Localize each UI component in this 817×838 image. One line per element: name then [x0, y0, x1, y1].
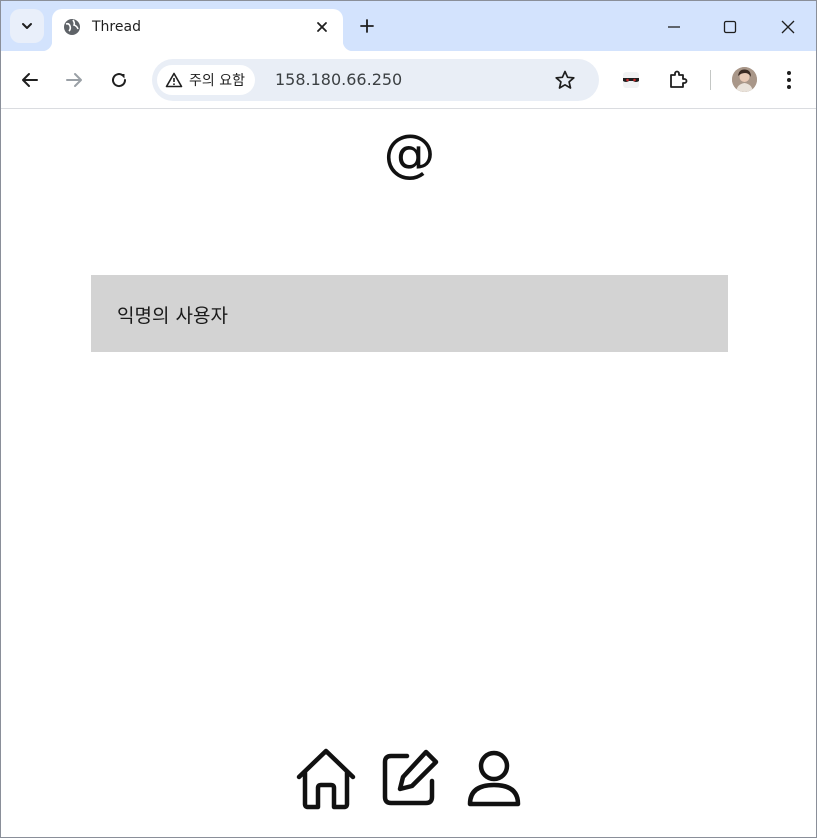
puzzle-icon [670, 70, 688, 88]
menu-button[interactable] [773, 64, 805, 96]
url-text: 158.180.66.250 [275, 70, 403, 89]
extension-incognito-button[interactable] [615, 64, 647, 96]
tab-search-button[interactable] [10, 9, 44, 43]
globe-icon [64, 19, 80, 35]
back-button[interactable] [14, 64, 46, 96]
forward-button[interactable] [58, 64, 90, 96]
close-icon [781, 20, 795, 34]
minimize-button[interactable] [654, 7, 694, 47]
close-window-button[interactable] [768, 7, 808, 47]
user-card[interactable]: 익명의 사용자 [91, 275, 728, 352]
tab-thread[interactable]: Thread [42, 9, 353, 51]
address-bar[interactable]: 주의 요함 158.180.66.250 [152, 59, 599, 101]
chevron-down-icon [22, 23, 32, 29]
tab-strip: Thread [1, 1, 816, 51]
user-icon [467, 750, 521, 807]
bookmark-button[interactable] [553, 68, 577, 92]
spy-mask-icon [623, 72, 639, 88]
nav-home-button[interactable] [292, 744, 360, 812]
maximize-button[interactable] [710, 7, 750, 47]
user-name: 익명의 사용자 [117, 305, 228, 327]
page-content: @ 익명의 사용자 [2, 110, 816, 837]
browser-toolbar: 주의 요함 158.180.66.250 [1, 51, 816, 109]
plus-icon [360, 19, 374, 33]
app-logo: @ [383, 124, 436, 184]
nav-profile-button[interactable] [460, 744, 528, 812]
arrow-left-icon [22, 73, 38, 87]
minimize-icon [668, 26, 680, 28]
tab-close-button[interactable] [312, 17, 332, 37]
extensions-button[interactable] [662, 64, 694, 96]
toolbar-divider [710, 70, 711, 90]
tab-title: Thread [92, 19, 141, 35]
maximize-icon [723, 20, 737, 34]
security-indicator[interactable]: 주의 요함 [157, 65, 255, 95]
reload-button[interactable] [103, 64, 135, 96]
arrow-right-icon [66, 73, 82, 87]
warning-icon [165, 72, 183, 88]
profile-avatar[interactable] [732, 67, 757, 92]
star-icon [555, 70, 575, 89]
security-label: 주의 요함 [189, 73, 245, 89]
nav-write-button[interactable] [376, 744, 444, 812]
edit-icon [382, 749, 439, 806]
profile-photo-icon [732, 67, 757, 92]
browser-window: Thread 주의 요함 158.180.66.250 @ 익명의 사용자 [0, 0, 817, 838]
bottom-nav [292, 744, 532, 814]
home-icon [296, 748, 356, 810]
more-vert-icon [787, 71, 791, 89]
reload-icon [112, 73, 127, 88]
new-tab-button[interactable] [355, 14, 379, 38]
close-icon [317, 22, 327, 32]
